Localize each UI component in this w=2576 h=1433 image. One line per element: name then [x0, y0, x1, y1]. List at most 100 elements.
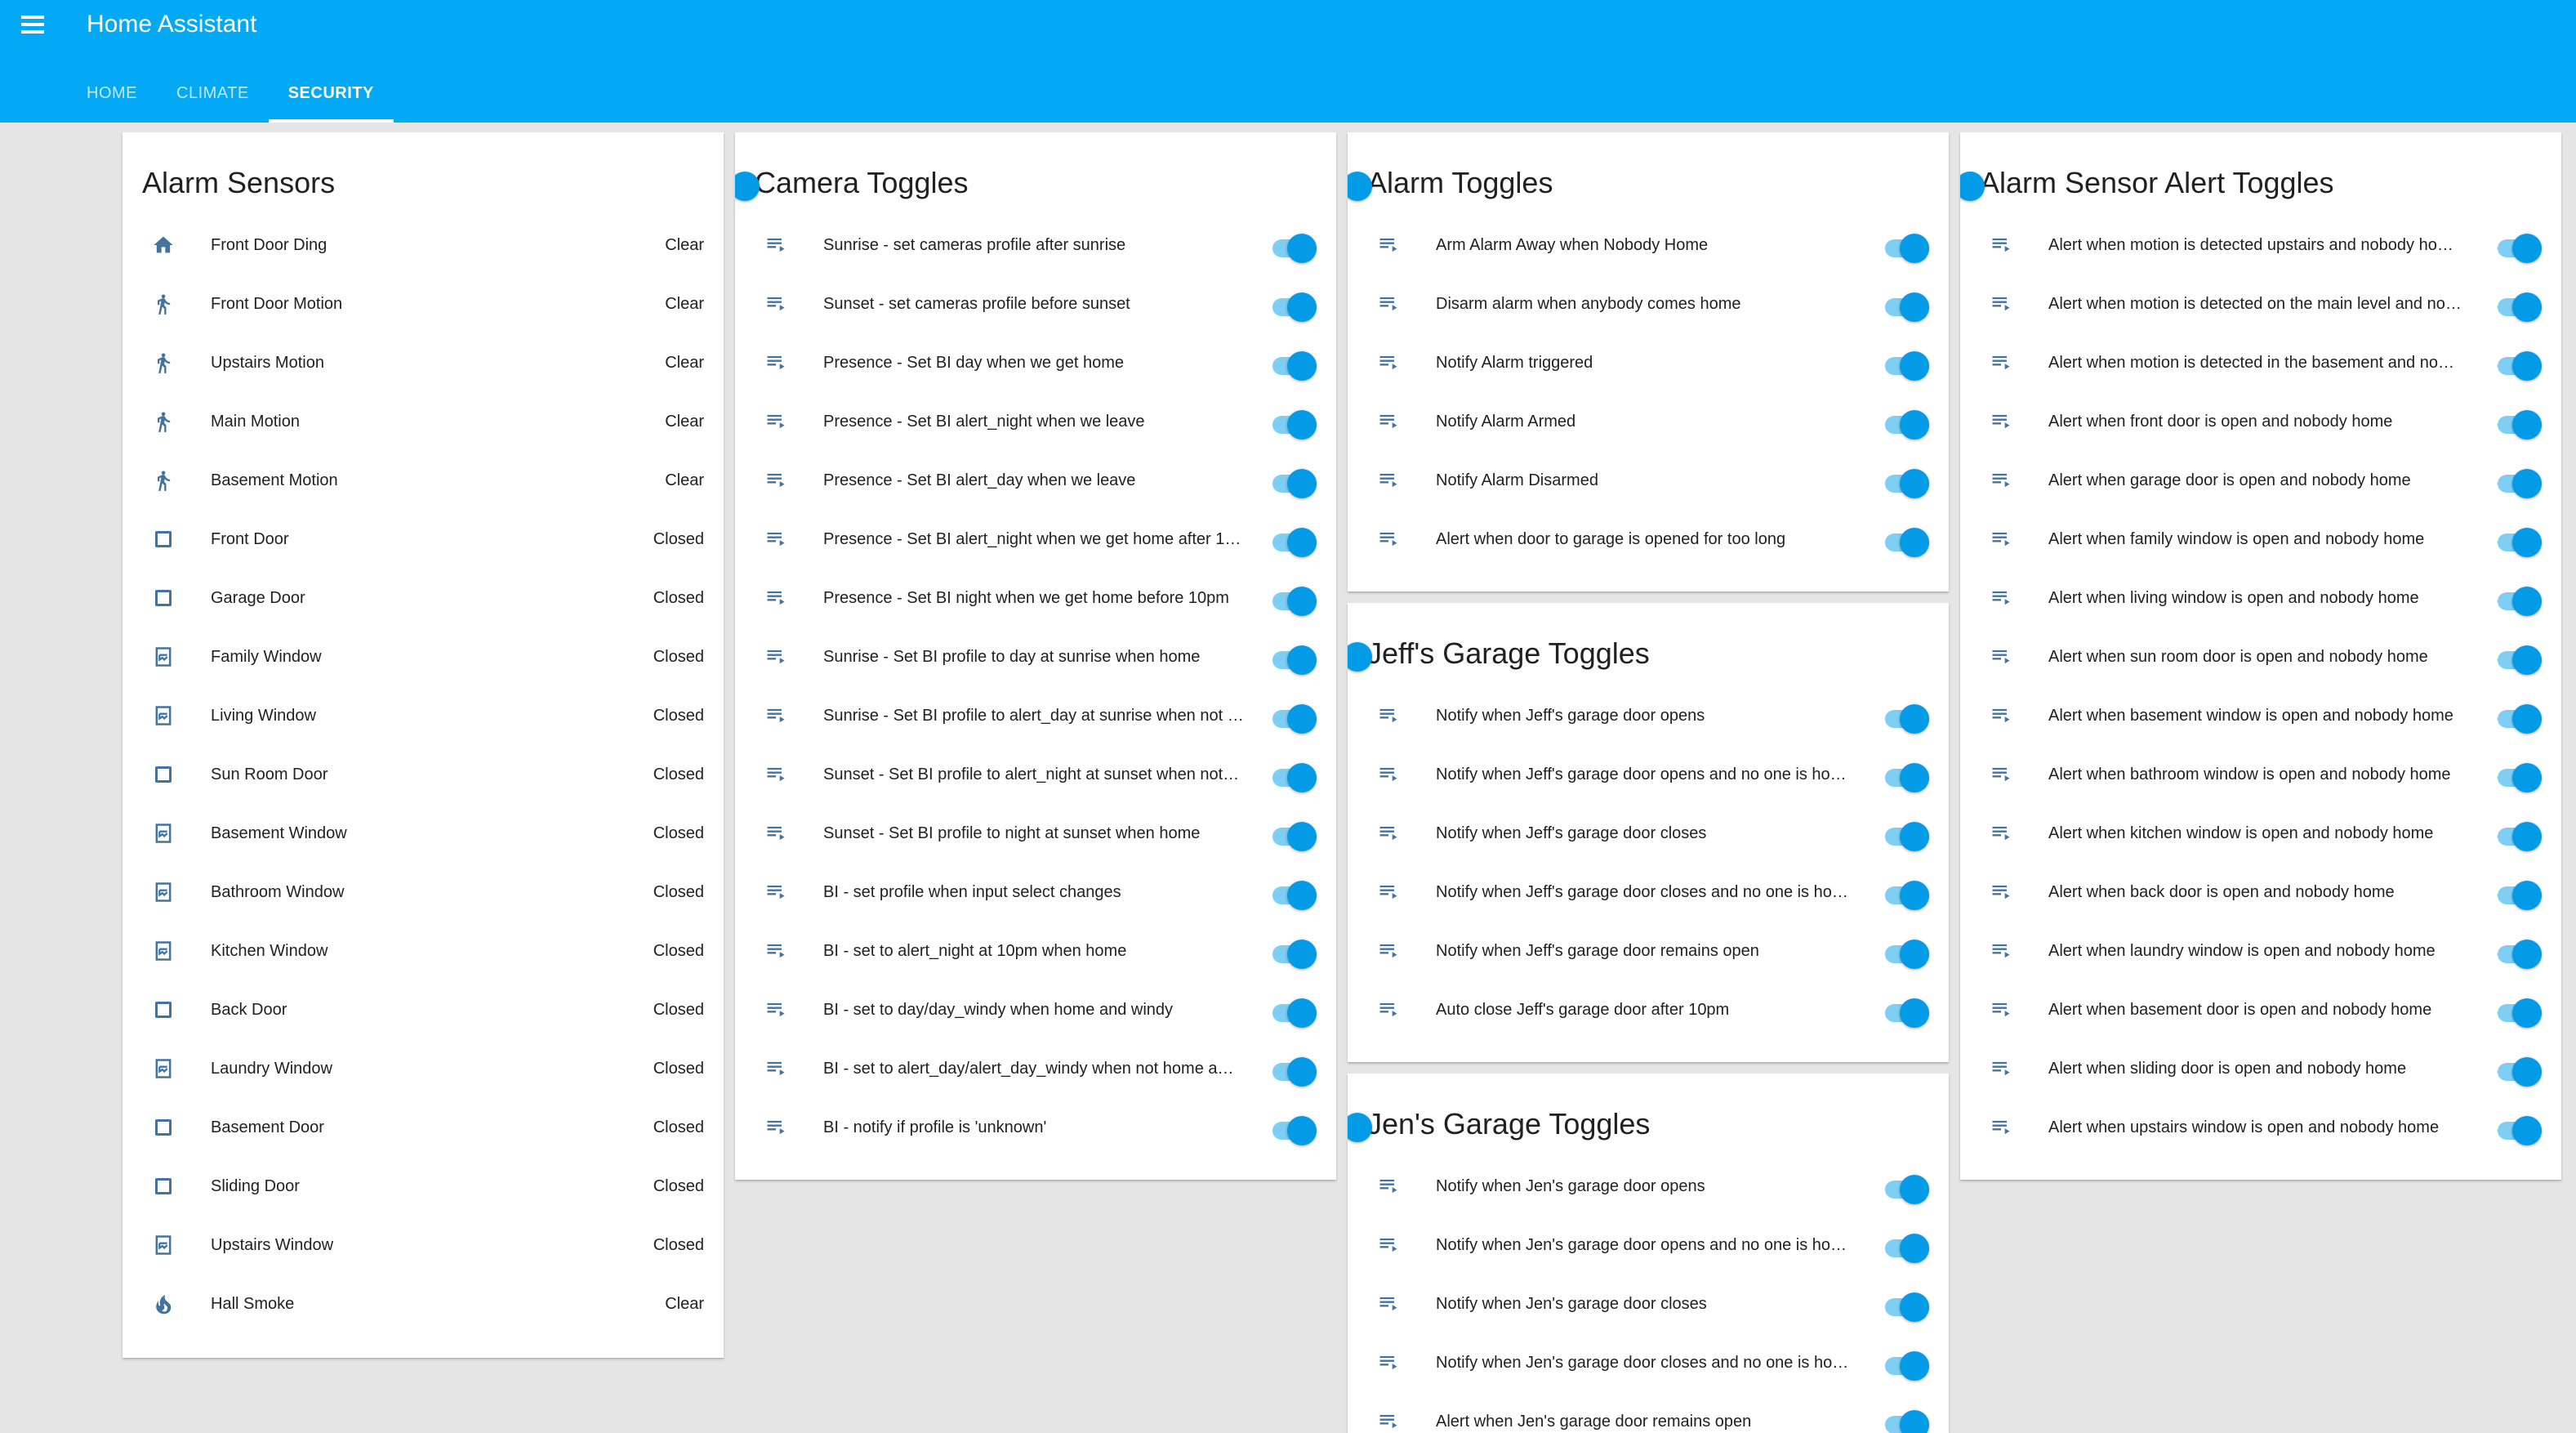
automation-row[interactable]: BI - set to alert_day/alert_day_windy wh… — [735, 1039, 1336, 1098]
row-toggle[interactable] — [2498, 763, 2542, 792]
row-toggle[interactable] — [2498, 940, 2542, 969]
row-toggle[interactable] — [2498, 292, 2542, 322]
sensor-row[interactable]: Upstairs Window Closed — [123, 1216, 724, 1275]
automation-row[interactable]: BI - set profile when input select chang… — [735, 863, 1336, 922]
row-toggle-wrapper[interactable] — [1272, 881, 1317, 910]
row-toggle-wrapper[interactable] — [1885, 469, 1929, 498]
automation-row[interactable]: Arm Alarm Away when Nobody Home — [1348, 216, 1949, 275]
row-toggle-wrapper[interactable] — [1885, 1410, 1929, 1433]
row-toggle-wrapper[interactable] — [1885, 1351, 1929, 1381]
row-toggle-wrapper[interactable] — [1885, 1234, 1929, 1263]
row-toggle-wrapper[interactable] — [1272, 587, 1317, 616]
row-toggle-wrapper[interactable] — [1272, 998, 1317, 1028]
row-toggle[interactable] — [1272, 292, 1317, 322]
automation-row[interactable]: Notify Alarm triggered — [1348, 333, 1949, 392]
row-toggle[interactable] — [1885, 1234, 1929, 1263]
automation-row[interactable]: Notify when Jeff's garage door opens — [1348, 686, 1949, 745]
row-toggle-wrapper[interactable] — [1885, 763, 1929, 792]
row-toggle-wrapper[interactable] — [2498, 410, 2542, 440]
row-toggle[interactable] — [1885, 1410, 1929, 1433]
row-toggle-wrapper[interactable] — [1272, 1057, 1317, 1087]
row-toggle[interactable] — [1885, 822, 1929, 851]
row-toggle[interactable] — [1885, 234, 1929, 263]
row-toggle[interactable] — [1885, 410, 1929, 440]
row-toggle[interactable] — [2498, 998, 2542, 1028]
automation-row[interactable]: Alert when living window is open and nob… — [1960, 569, 2561, 627]
row-toggle[interactable] — [2498, 587, 2542, 616]
automation-row[interactable]: Notify Alarm Armed — [1348, 392, 1949, 451]
row-toggle[interactable] — [1885, 469, 1929, 498]
row-toggle[interactable] — [2498, 234, 2542, 263]
row-toggle[interactable] — [1885, 704, 1929, 734]
tab-home[interactable]: HOME — [67, 78, 157, 123]
automation-row[interactable]: Alert when motion is detected on the mai… — [1960, 275, 2561, 333]
row-toggle[interactable] — [1272, 587, 1317, 616]
row-toggle-wrapper[interactable] — [1272, 1116, 1317, 1145]
card-master-toggle[interactable] — [1348, 1113, 1372, 1142]
row-toggle[interactable] — [1272, 234, 1317, 263]
sensor-row[interactable]: Upstairs Motion Clear — [123, 333, 724, 392]
row-toggle[interactable] — [1885, 998, 1929, 1028]
automation-row[interactable]: Disarm alarm when anybody comes home — [1348, 275, 1949, 333]
row-toggle[interactable] — [2498, 469, 2542, 498]
automation-row[interactable]: Sunset - Set BI profile to alert_night a… — [735, 745, 1336, 804]
row-toggle[interactable] — [2498, 1116, 2542, 1145]
row-toggle-wrapper[interactable] — [1272, 528, 1317, 557]
automation-row[interactable]: Sunrise - set cameras profile after sunr… — [735, 216, 1336, 275]
row-toggle-wrapper[interactable] — [1885, 1292, 1929, 1322]
row-toggle-wrapper[interactable] — [1272, 351, 1317, 381]
row-toggle-wrapper[interactable] — [2498, 940, 2542, 969]
automation-row[interactable]: Alert when motion is detected in the bas… — [1960, 333, 2561, 392]
automation-row[interactable]: Sunset - Set BI profile to night at suns… — [735, 804, 1336, 863]
row-toggle[interactable] — [1272, 881, 1317, 910]
automation-row[interactable]: Alert when front door is open and nobody… — [1960, 392, 2561, 451]
row-toggle[interactable] — [1272, 410, 1317, 440]
automation-row[interactable]: Presence - Set BI night when we get home… — [735, 569, 1336, 627]
menu-icon[interactable] — [20, 11, 46, 38]
automation-row[interactable]: BI - set to day/day_windy when home and … — [735, 980, 1336, 1039]
automation-row[interactable]: Alert when sliding door is open and nobo… — [1960, 1039, 2561, 1098]
automation-row[interactable]: Alert when garage door is open and nobod… — [1960, 451, 2561, 510]
row-toggle[interactable] — [1272, 1057, 1317, 1087]
automation-row[interactable]: Notify Alarm Disarmed — [1348, 451, 1949, 510]
tab-security[interactable]: SECURITY — [268, 78, 394, 123]
row-toggle[interactable] — [2498, 881, 2542, 910]
row-toggle-wrapper[interactable] — [1885, 704, 1929, 734]
row-toggle[interactable] — [1885, 1292, 1929, 1322]
automation-row[interactable]: Alert when laundry window is open and no… — [1960, 922, 2561, 980]
row-toggle-wrapper[interactable] — [2498, 1116, 2542, 1145]
automation-row[interactable]: Notify when Jen's garage door closes and… — [1348, 1333, 1949, 1392]
row-toggle-wrapper[interactable] — [1885, 822, 1929, 851]
row-toggle-wrapper[interactable] — [1885, 292, 1929, 322]
automation-row[interactable]: Notify when Jeff's garage door remains o… — [1348, 922, 1949, 980]
row-toggle[interactable] — [1885, 528, 1929, 557]
row-toggle[interactable] — [2498, 704, 2542, 734]
card-master-toggle[interactable] — [1348, 172, 1372, 201]
automation-row[interactable]: Alert when Jen's garage door remains ope… — [1348, 1392, 1949, 1433]
row-toggle[interactable] — [1272, 940, 1317, 969]
row-toggle-wrapper[interactable] — [1885, 528, 1929, 557]
row-toggle[interactable] — [1885, 1175, 1929, 1204]
sensor-row[interactable]: Front Door Closed — [123, 510, 724, 569]
sensor-row[interactable]: Back Door Closed — [123, 980, 724, 1039]
row-toggle-wrapper[interactable] — [2498, 881, 2542, 910]
row-toggle-wrapper[interactable] — [2498, 587, 2542, 616]
row-toggle[interactable] — [1272, 704, 1317, 734]
row-toggle-wrapper[interactable] — [2498, 763, 2542, 792]
row-toggle-wrapper[interactable] — [2498, 998, 2542, 1028]
row-toggle[interactable] — [2498, 410, 2542, 440]
row-toggle[interactable] — [1885, 292, 1929, 322]
row-toggle-wrapper[interactable] — [1885, 940, 1929, 969]
automation-row[interactable]: Presence - Set BI day when we get home — [735, 333, 1336, 392]
sensor-row[interactable]: Front Door Motion Clear — [123, 275, 724, 333]
automation-row[interactable]: BI - set to alert_night at 10pm when hom… — [735, 922, 1336, 980]
row-toggle[interactable] — [1272, 351, 1317, 381]
sensor-row[interactable]: Basement Window Closed — [123, 804, 724, 863]
row-toggle-wrapper[interactable] — [2498, 234, 2542, 263]
automation-row[interactable]: Alert when family window is open and nob… — [1960, 510, 2561, 569]
automation-row[interactable]: Notify when Jeff's garage door closes — [1348, 804, 1949, 863]
automation-row[interactable]: Sunrise - Set BI profile to day at sunri… — [735, 627, 1336, 686]
row-toggle[interactable] — [1885, 1351, 1929, 1381]
automation-row[interactable]: Presence - Set BI alert_night when we le… — [735, 392, 1336, 451]
row-toggle[interactable] — [2498, 645, 2542, 675]
